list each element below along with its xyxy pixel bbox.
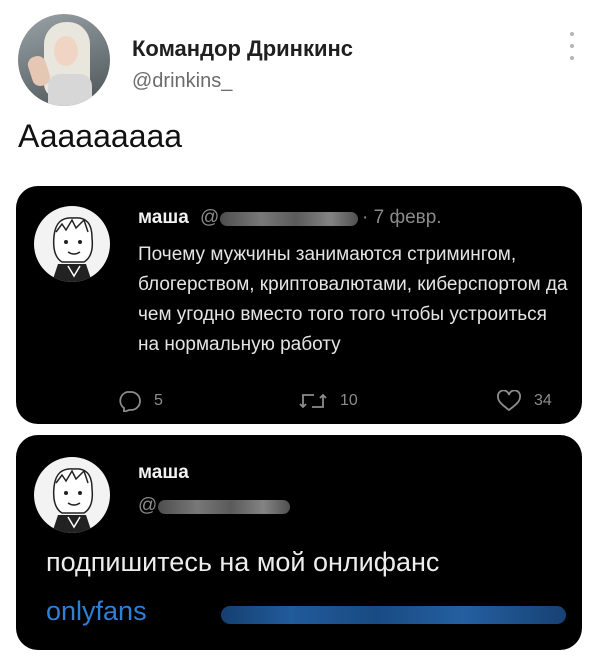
retweet-icon	[299, 393, 327, 409]
quote-author-name[interactable]: маша	[138, 207, 189, 229]
reply-count: 5	[154, 392, 163, 409]
quote-author-at: @	[138, 495, 158, 516]
author-avatar[interactable]	[18, 14, 110, 106]
tweet-text: Ааааааааа	[18, 118, 183, 154]
like-icon	[497, 390, 521, 412]
quote-text: подпишитесь на мой онлифанс	[46, 547, 440, 577]
redacted-link	[221, 606, 566, 624]
like-count: 34	[534, 392, 552, 409]
quote-author-at: @	[200, 207, 220, 228]
quote-avatar[interactable]	[34, 206, 110, 282]
quoted-tweet-1[interactable]: маша @ · 7 февр. Почему мужчины занимают…	[16, 186, 582, 424]
author-name[interactable]: Командор Дринкинс	[132, 36, 353, 62]
redacted-handle	[220, 212, 358, 226]
more-vertical-icon[interactable]	[562, 32, 582, 60]
like-stat[interactable]: 34	[496, 390, 552, 412]
quote-avatar[interactable]	[34, 457, 110, 533]
reply-icon	[119, 391, 141, 412]
retweet-count: 10	[340, 392, 358, 409]
tweet-header: Командор Дринкинс @drinkins_	[18, 14, 584, 109]
reply-stat[interactable]: 5	[116, 390, 163, 412]
quoted-tweet-2[interactable]: маша @ подпишитесь на мой онлифанс onlyf…	[16, 435, 582, 650]
quote-text: Почему мужчины занимаются стримингом, бл…	[138, 244, 568, 355]
onlyfans-link[interactable]: onlyfans	[46, 596, 147, 627]
retweet-stat[interactable]: 10	[298, 390, 358, 412]
redacted-handle	[158, 500, 290, 514]
quote-author-name[interactable]: маша	[138, 462, 189, 484]
quote-date[interactable]: · 7 февр.	[362, 207, 442, 229]
author-handle[interactable]: @drinkins_	[132, 70, 232, 93]
